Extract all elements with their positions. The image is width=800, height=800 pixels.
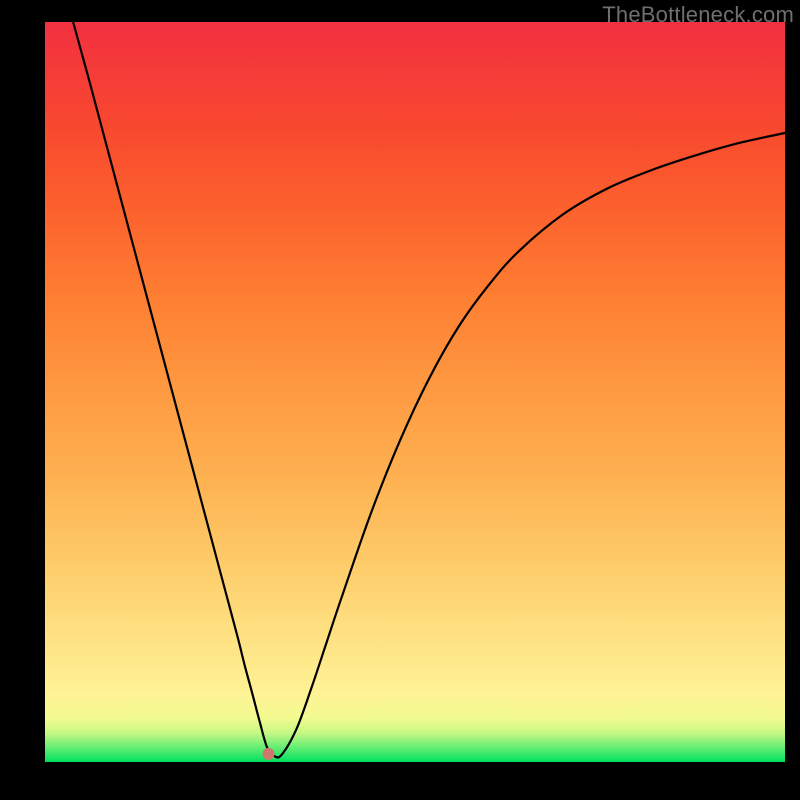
chart-frame: TheBottleneck.com: [0, 0, 800, 800]
optimal-point-marker: [262, 748, 274, 760]
chart-plot-area: [45, 22, 785, 762]
bottleneck-curve: [73, 22, 785, 758]
chart-svg: [45, 22, 785, 762]
watermark-text: TheBottleneck.com: [602, 2, 794, 28]
